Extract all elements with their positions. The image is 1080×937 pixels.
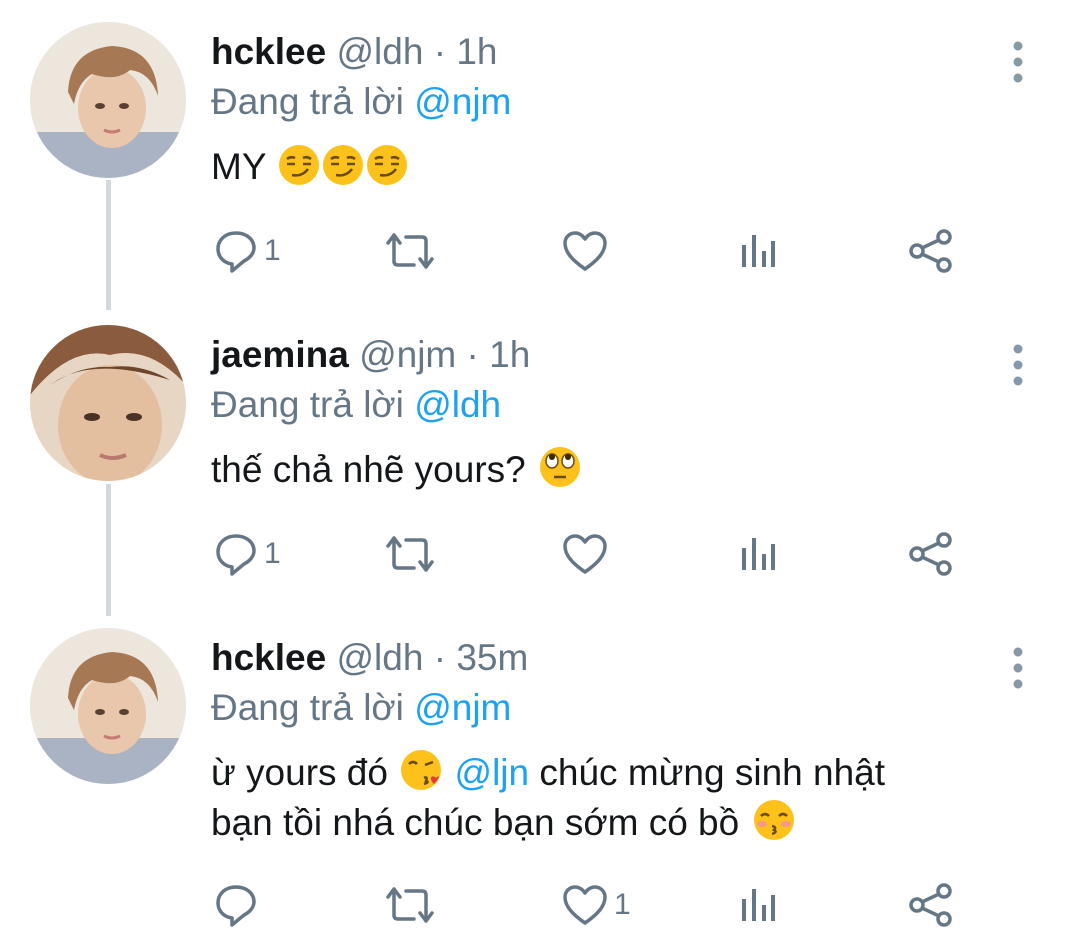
tweet-header: hcklee @ldh · 35m [211,636,528,680]
tweet[interactable]: jaemina @njm · 1h Đang trả lời @ldh thế … [0,325,1080,605]
share-icon [909,532,952,576]
like-button[interactable]: 1 [562,880,631,930]
smirking-face-emoji [367,145,408,185]
timestamp[interactable]: 35m [456,637,528,678]
tweet-actions: 1 [0,880,1080,930]
reply-count: 1 [264,537,281,570]
heart-icon [563,534,607,574]
retweet-icon [386,887,434,923]
share-icon [909,883,952,927]
reply-prefix: Đang trả lời [211,687,404,728]
retweet-button[interactable] [384,529,436,579]
reply-button[interactable] [214,880,264,930]
avatar[interactable] [30,325,186,481]
timestamp[interactable]: 1h [489,334,530,375]
tweet-text-content: ừ yours đó [211,752,388,793]
more-options-icon[interactable] [1008,339,1028,389]
reply-icon [216,885,256,927]
display-name[interactable]: jaemina [211,334,349,375]
face-blowing-a-kiss-emoji [401,750,442,790]
replying-to: Đang trả lời @njm [211,686,511,730]
more-options-icon[interactable] [1008,642,1028,692]
kissing-face-with-smiling-eyes-emoji [753,800,794,840]
tweet-text-content: MY [211,146,266,187]
tweet-mention[interactable]: @ljn [455,752,530,793]
reply-to-mention[interactable]: @njm [414,687,511,728]
tweet-text: MY [211,142,408,192]
retweet-icon [386,536,434,572]
reply-prefix: Đang trả lời [211,81,404,122]
smirking-face-emoji [323,145,364,185]
avatar[interactable] [30,22,186,178]
tweet[interactable]: hcklee @ldh · 1h Đang trả lời @njm MY 1 [0,22,1080,302]
like-button[interactable] [562,226,614,276]
heart-icon [563,885,607,925]
tweet[interactable]: hcklee @ldh · 35m Đang trả lời @njm ừ yo… [0,628,1080,937]
tweet-text-content: thế chả nhẽ yours? [211,449,526,490]
tweet-text-line: ừ yours đó @ljn chúc mừng sinh nhật [211,748,885,798]
tweet-text-line: bạn tồi nhá chúc bạn sớm có bồ [211,798,885,848]
analytics-button[interactable] [738,529,778,579]
tweet-text: ừ yours đó @ljn chúc mừng sinh nhật bạn … [211,748,885,848]
handle[interactable]: @njm [359,334,456,375]
tweet-text: thế chả nhẽ yours? [211,445,582,495]
reply-prefix: Đang trả lời [211,384,404,425]
analytics-button[interactable] [738,226,778,276]
replying-to: Đang trả lời @njm [211,80,511,124]
analytics-icon [742,538,775,570]
reply-to-mention[interactable]: @ldh [414,384,501,425]
tweet-text-content: chúc mừng sinh nhật [539,752,886,793]
separator-dot: · [433,637,447,678]
reply-button[interactable]: 1 [214,226,281,276]
retweet-button[interactable] [384,880,436,930]
heart-icon [563,231,607,271]
smirking-face-emoji [279,145,320,185]
share-button[interactable] [908,529,954,579]
tweet-actions: 1 [0,529,1080,579]
reply-icon [216,231,256,273]
share-button[interactable] [908,880,954,930]
reply-count: 1 [264,234,281,267]
handle[interactable]: @ldh [336,31,423,72]
handle[interactable]: @ldh [336,637,423,678]
like-button[interactable] [562,529,614,579]
tweet-header: jaemina @njm · 1h [211,333,530,377]
analytics-icon [742,889,775,921]
reply-to-mention[interactable]: @njm [414,81,511,122]
share-button[interactable] [908,226,954,276]
share-icon [909,229,952,273]
timestamp[interactable]: 1h [456,31,497,72]
tweet-actions: 1 [0,226,1080,276]
retweet-icon [386,233,434,269]
retweet-button[interactable] [384,226,436,276]
reply-icon [216,534,256,576]
analytics-icon [742,235,775,267]
analytics-button[interactable] [738,880,778,930]
separator-dot: · [466,334,479,375]
tweet-text-content: bạn tồi nhá chúc bạn sớm có bồ [211,802,740,843]
like-count: 1 [614,888,631,921]
display-name[interactable]: hcklee [211,31,326,72]
tweet-header: hcklee @ldh · 1h [211,30,497,74]
avatar[interactable] [30,628,186,784]
reply-button[interactable]: 1 [214,529,281,579]
face-with-rolling-eyes-emoji [540,447,580,487]
more-options-icon[interactable] [1008,36,1028,86]
separator-dot: · [433,31,447,72]
display-name[interactable]: hcklee [211,637,326,678]
replying-to: Đang trả lời @ldh [211,383,501,427]
